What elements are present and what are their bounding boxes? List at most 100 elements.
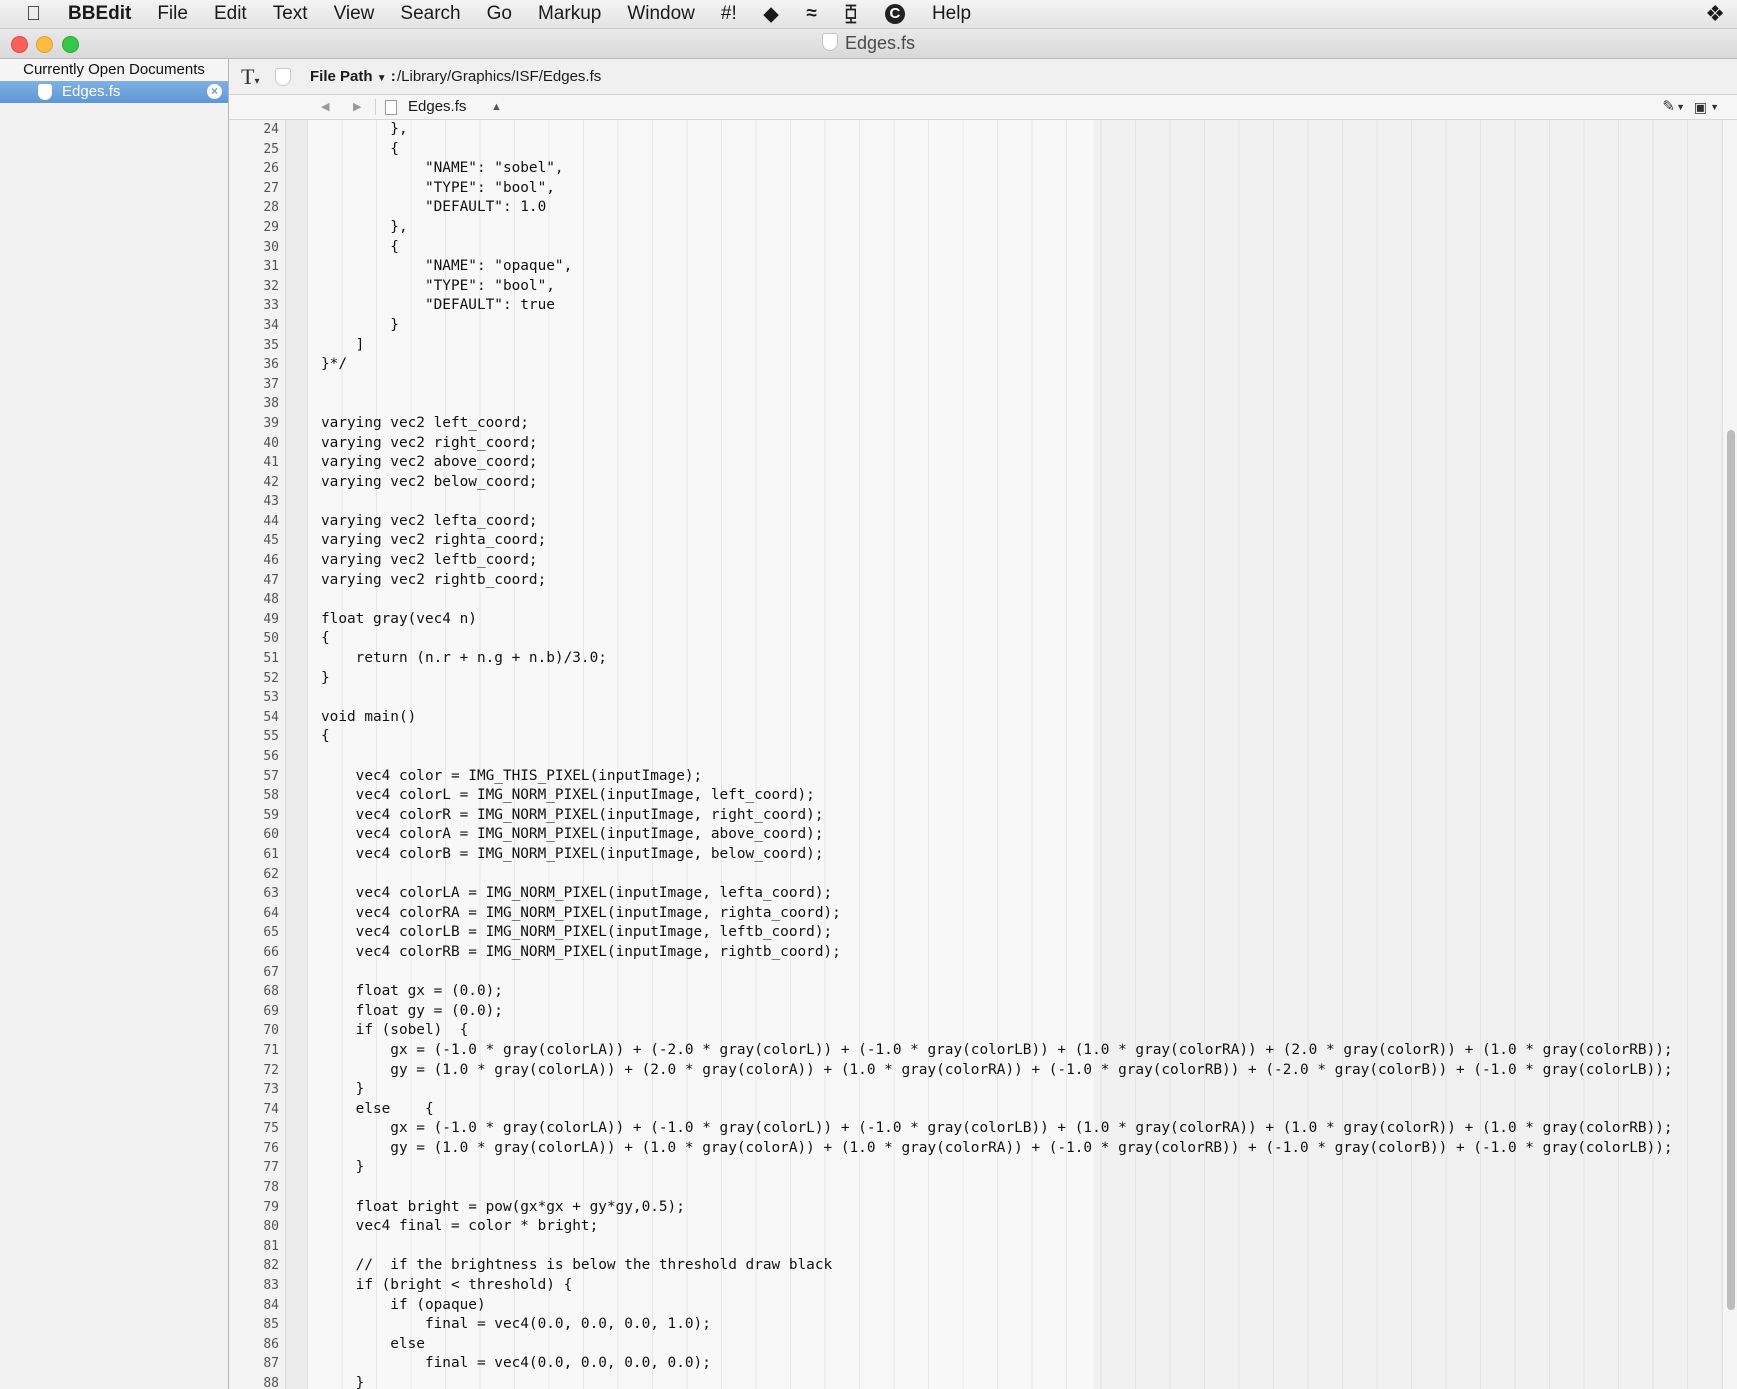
- git-menu-icon[interactable]: ◆: [750, 0, 793, 28]
- close-document-icon[interactable]: ×: [207, 84, 222, 99]
- line-number: 77: [263, 1160, 279, 1176]
- sidebar-document-item[interactable]: Edges.fs ×: [0, 81, 228, 103]
- line-number: 60: [263, 827, 279, 843]
- line-number: 51: [263, 651, 279, 667]
- code-line: vec4 colorRA = IMG_NORM_PIXEL(inputImage…: [321, 904, 841, 921]
- code-line: }: [321, 1081, 365, 1098]
- line-number: 39: [263, 415, 279, 431]
- line-number: 38: [263, 396, 279, 412]
- line-number: 37: [263, 376, 279, 392]
- document-status-icon[interactable]: [275, 68, 291, 86]
- code-line: if (sobel) {: [321, 1022, 469, 1039]
- updown-chevron-icon[interactable]: ▲: [491, 95, 502, 119]
- code-line: varying vec2 left_coord;: [321, 414, 529, 431]
- window-title: Edges.fs: [0, 29, 1737, 58]
- chevron-down-icon[interactable]: ▼: [1710, 95, 1719, 119]
- code-line: ]: [321, 336, 365, 353]
- window-title-text: Edges.fs: [844, 33, 916, 53]
- counterpart-icon[interactable]: ▣: [1694, 95, 1707, 119]
- chevron-down-icon: ▼: [376, 73, 387, 84]
- line-number: 72: [263, 1062, 279, 1078]
- apple-menu-icon[interactable]: : [0, 0, 55, 28]
- code-line: final = vec4(0.0, 0.0, 0.0, 0.0);: [321, 1355, 711, 1372]
- menu-help[interactable]: Help: [919, 0, 984, 28]
- code-line: vec4 colorLB = IMG_NORM_PIXEL(inputImage…: [321, 924, 833, 941]
- code-lines: }, { "NAME": "sobel", "TYPE": "bool", "D…: [321, 120, 1673, 1389]
- menu-window[interactable]: Window: [614, 0, 708, 28]
- line-number: 36: [263, 357, 279, 373]
- code-line: varying vec2 below_coord;: [321, 473, 538, 490]
- line-number: 79: [263, 1199, 279, 1215]
- dropbox-icon[interactable]: ❖: [1692, 0, 1737, 28]
- menu-text[interactable]: Text: [260, 0, 321, 28]
- line-number: 25: [263, 141, 279, 157]
- text-options-icon[interactable]: T▾: [241, 64, 259, 90]
- code-line: vec4 colorLA = IMG_NORM_PIXEL(inputImage…: [321, 885, 833, 902]
- code-line: }: [321, 316, 399, 333]
- code-line: vec4 colorRB = IMG_NORM_PIXEL(inputImage…: [321, 943, 841, 960]
- code-line: vec4 color = IMG_THIS_PIXEL(inputImage);: [321, 767, 703, 784]
- line-number: 68: [263, 984, 279, 1000]
- subversion-menu-icon[interactable]: ≈: [792, 0, 830, 28]
- line-number: 86: [263, 1336, 279, 1352]
- code-line: float gy = (0.0);: [321, 1002, 503, 1019]
- forward-arrow-icon[interactable]: ▶: [353, 95, 361, 119]
- menu-go[interactable]: Go: [474, 0, 525, 28]
- line-number: 44: [263, 513, 279, 529]
- line-number: 69: [263, 1003, 279, 1019]
- scroll-thumb[interactable]: [1727, 430, 1735, 1310]
- document-icon: [821, 33, 838, 51]
- code-line: gy = (1.0 * gray(colorLA)) + (2.0 * gray…: [321, 1061, 1673, 1078]
- menu-file[interactable]: File: [144, 0, 201, 28]
- code-line: },: [321, 121, 408, 137]
- line-number: 55: [263, 729, 279, 745]
- chevron-down-icon[interactable]: ▼: [1676, 95, 1685, 119]
- menu-bar:  BBEdit File Edit Text View Search Go M…: [0, 0, 1737, 29]
- line-number: 32: [263, 278, 279, 294]
- line-number: 75: [263, 1121, 279, 1137]
- menu-markup[interactable]: Markup: [525, 0, 614, 28]
- code-line: vec4 colorR = IMG_NORM_PIXEL(inputImage,…: [321, 806, 824, 823]
- code-editor[interactable]: }, { "NAME": "sobel", "TYPE": "bool", "D…: [308, 120, 1722, 1389]
- line-number: 26: [263, 161, 279, 177]
- code-line: varying vec2 right_coord;: [321, 434, 538, 451]
- line-number: 73: [263, 1082, 279, 1098]
- line-number: 70: [263, 1023, 279, 1039]
- documents-sidebar: Currently Open Documents Edges.fs ×: [0, 59, 229, 1389]
- code-line: if (opaque): [321, 1296, 486, 1313]
- line-number: 64: [263, 905, 279, 921]
- code-line: "NAME": "opaque",: [321, 258, 573, 275]
- path-bar: T▾ File Path ▼ : /Library/Graphics/ISF/E…: [229, 59, 1737, 95]
- code-line: }*/: [321, 356, 347, 373]
- script-menu-icon[interactable]: ⧮: [831, 0, 871, 28]
- window-title-bar: Edges.fs: [0, 29, 1737, 59]
- code-line: varying vec2 above_coord;: [321, 454, 538, 471]
- code-line: float gx = (0.0);: [321, 983, 503, 1000]
- line-number: 45: [263, 533, 279, 549]
- code-line: {: [321, 630, 330, 647]
- code-line: gx = (-1.0 * gray(colorLA)) + (-2.0 * gr…: [321, 1041, 1673, 1058]
- path-separator: :: [390, 68, 396, 85]
- document-popup-label[interactable]: Edges.fs: [408, 95, 466, 119]
- line-number: 56: [263, 749, 279, 764]
- menu-search[interactable]: Search: [387, 0, 473, 28]
- line-number: 46: [263, 553, 279, 569]
- file-path-menu[interactable]: File Path ▼ :: [310, 59, 396, 96]
- menu-edit[interactable]: Edit: [201, 0, 260, 28]
- vertical-scrollbar[interactable]: [1722, 120, 1737, 1389]
- code-line: },: [321, 218, 408, 235]
- code-line: {: [321, 140, 399, 157]
- app-menu[interactable]: BBEdit: [55, 0, 144, 28]
- back-arrow-icon[interactable]: ◀: [321, 95, 329, 119]
- clippings-menu-icon[interactable]: C: [871, 0, 919, 28]
- code-line: float gray(vec4 n): [321, 610, 477, 627]
- pen-icon[interactable]: ✎: [1662, 95, 1675, 119]
- menu-shebang[interactable]: #!: [708, 0, 750, 28]
- menu-view[interactable]: View: [321, 0, 388, 28]
- code-line: varying vec2 leftb_coord;: [321, 552, 538, 569]
